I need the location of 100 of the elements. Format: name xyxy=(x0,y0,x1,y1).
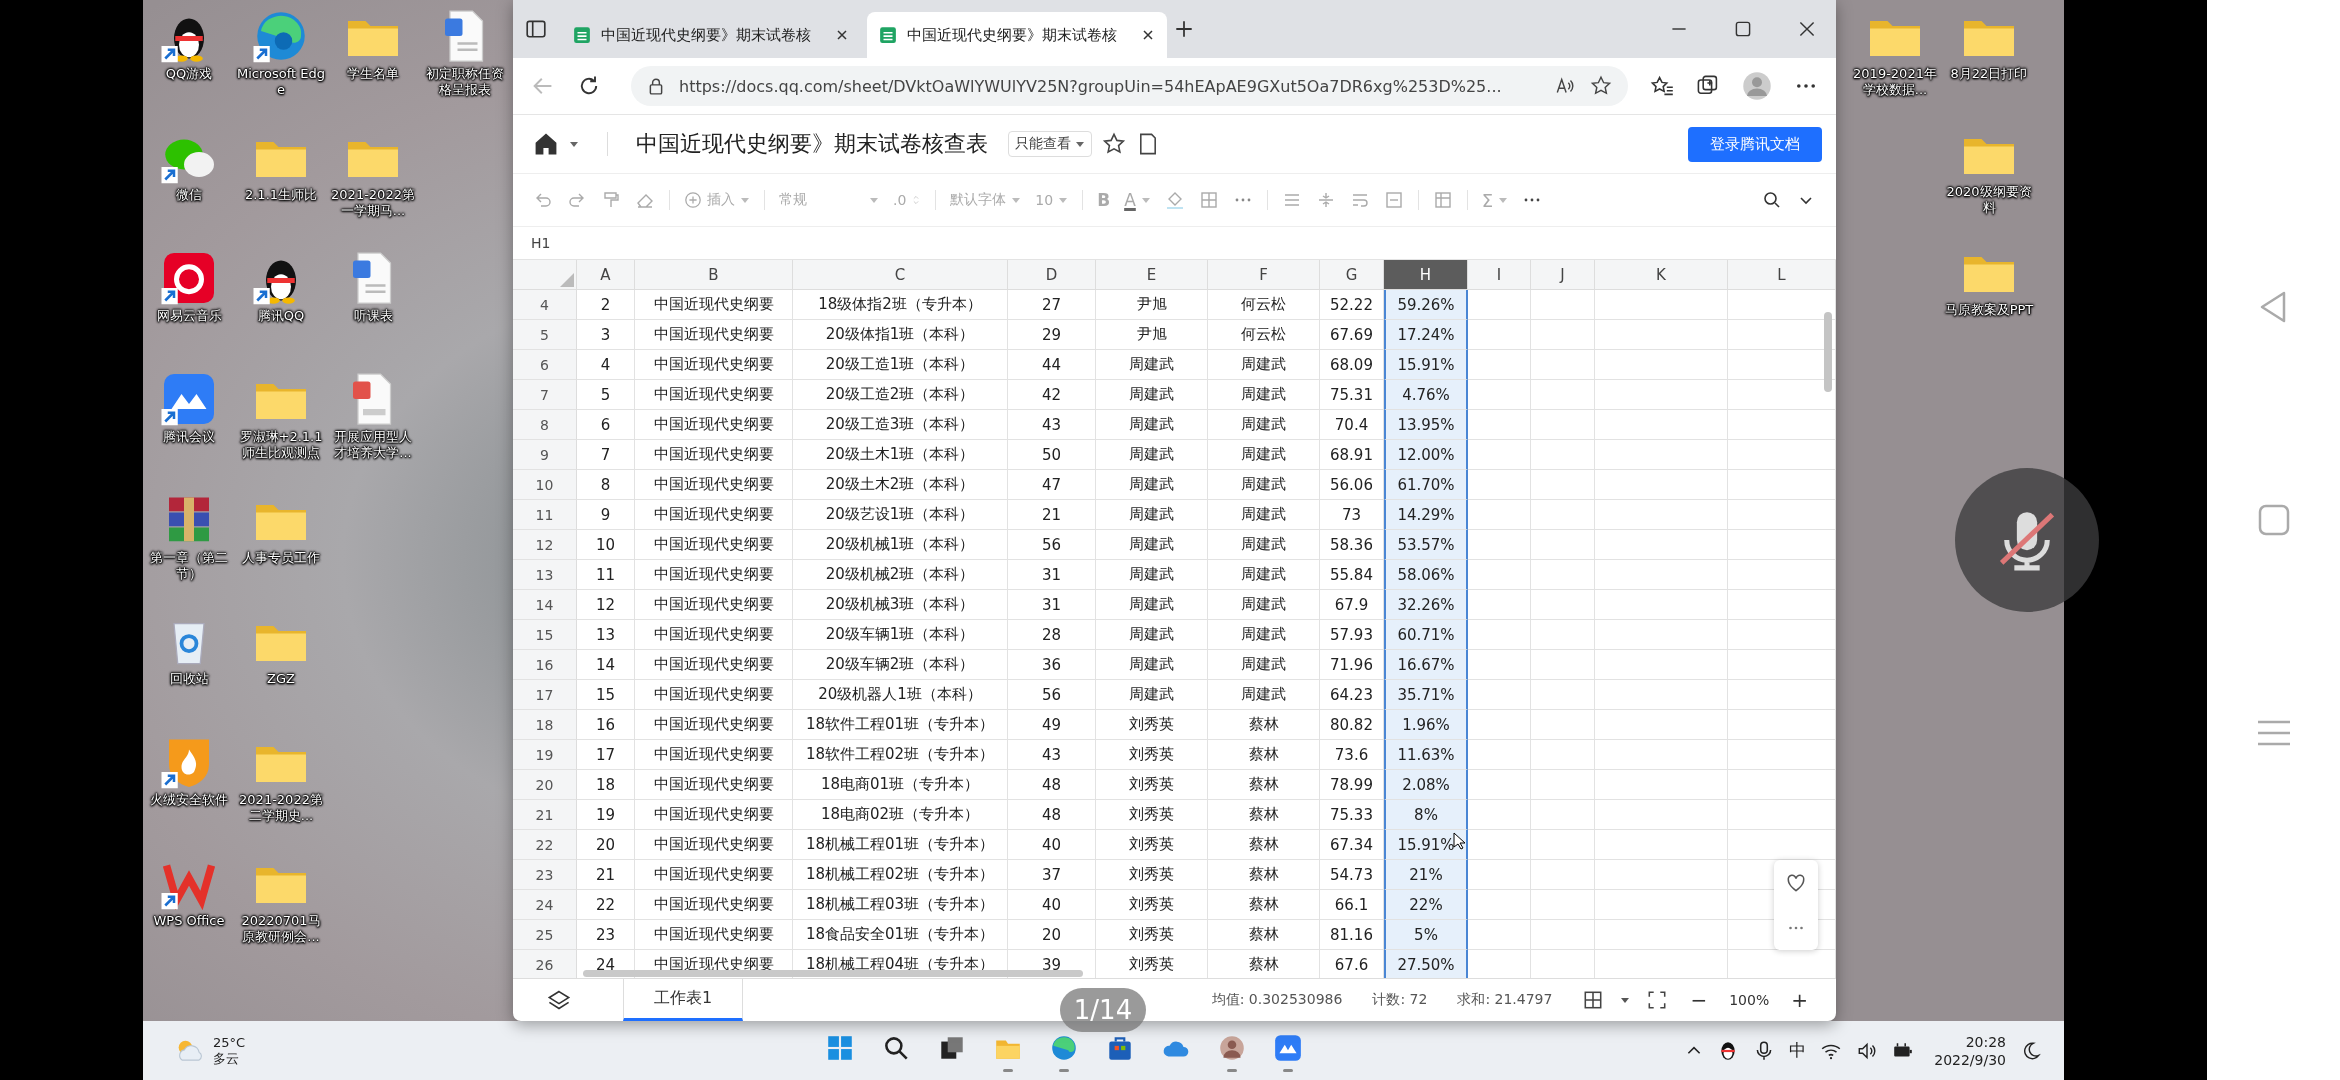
table-cell: 27 xyxy=(1008,290,1096,320)
clock-time[interactable]: 20:28 xyxy=(1965,1032,2006,1051)
column-header[interactable]: I xyxy=(1468,260,1531,290)
column-header[interactable]: G xyxy=(1320,260,1384,290)
row-number[interactable]: 17 xyxy=(513,680,577,710)
browser-tab[interactable]: 中国近现代史纲要》期末试卷核 xyxy=(867,12,1167,58)
row-number[interactable]: 7 xyxy=(513,380,577,410)
row-number[interactable]: 13 xyxy=(513,560,577,590)
column-header[interactable]: F xyxy=(1208,260,1320,290)
table-cell: 21% xyxy=(1384,860,1468,890)
view-mode-dropdown[interactable]: 只能查看 xyxy=(1008,131,1092,157)
row-number[interactable]: 21 xyxy=(513,800,577,830)
row-number[interactable]: 16 xyxy=(513,650,577,680)
column-header[interactable]: D xyxy=(1008,260,1096,290)
column-header[interactable]: L xyxy=(1728,260,1836,290)
empty-cell xyxy=(1531,590,1595,620)
close-tab-icon[interactable] xyxy=(1141,28,1155,42)
table-cell: 中国近现代史纲要 xyxy=(635,710,793,740)
column-header[interactable]: C xyxy=(793,260,1008,290)
login-button[interactable]: 登录腾讯文档 xyxy=(1688,126,1822,162)
zoom-out-button[interactable]: − xyxy=(1684,988,1714,1012)
weather-condition[interactable]: 多云 xyxy=(213,1050,246,1067)
row-number[interactable]: 25 xyxy=(513,920,577,950)
horizontal-scrollbar[interactable] xyxy=(583,970,1083,977)
temperature-text[interactable]: 25°C xyxy=(213,1034,246,1051)
clock-date[interactable]: 2022/9/30 xyxy=(1934,1050,2006,1069)
vertical-scrollbar[interactable] xyxy=(1824,312,1832,392)
row-number[interactable]: 18 xyxy=(513,710,577,740)
table-cell: 中国近现代史纲要 xyxy=(635,320,793,350)
row-number[interactable]: 10 xyxy=(513,470,577,500)
cell-reference[interactable]: H1 xyxy=(531,235,575,251)
row-number[interactable]: 4 xyxy=(513,290,577,320)
sheet-tab[interactable]: 工作表1 xyxy=(623,979,744,1021)
desktop-icon-label[interactable]: 罗淑琳+2.1.1师生比观测点 xyxy=(236,429,326,461)
column-header[interactable]: B xyxy=(635,260,793,290)
row-number[interactable]: 9 xyxy=(513,440,577,470)
table-cell: 刘秀英 xyxy=(1096,770,1208,800)
row-number[interactable]: 8 xyxy=(513,410,577,440)
input-method-indicator[interactable]: 中 xyxy=(1789,1039,1807,1062)
table-cell: 14 xyxy=(577,650,635,680)
table-cell: 蔡林 xyxy=(1208,710,1320,740)
row-number[interactable]: 22 xyxy=(513,830,577,860)
star-icon[interactable] xyxy=(1102,132,1126,156)
table-cell: 18电商02班（专升本） xyxy=(793,800,1008,830)
new-tab-icon[interactable] xyxy=(1173,18,1195,40)
desktop-icon-label[interactable]: 开展应用型人才培养大学... xyxy=(328,429,418,461)
meeting-icon xyxy=(1273,1033,1304,1063)
table-cell: 18级体指2班（专升本） xyxy=(793,290,1008,320)
table-cell: 中国近现代史纲要 xyxy=(635,740,793,770)
column-header[interactable]: H xyxy=(1384,260,1468,290)
favorites-icon[interactable] xyxy=(1650,74,1674,98)
table-cell: 12 xyxy=(577,590,635,620)
close-tab-icon[interactable] xyxy=(835,28,849,42)
layers-icon[interactable] xyxy=(547,988,571,1012)
table-cell: 蔡林 xyxy=(1208,770,1320,800)
row-number[interactable]: 20 xyxy=(513,770,577,800)
row-number[interactable]: 5 xyxy=(513,320,577,350)
table-cell: 56 xyxy=(1008,680,1096,710)
caret-icon[interactable] xyxy=(1620,995,1631,1005)
merge-cells-icon[interactable] xyxy=(1383,190,1404,210)
table-cell: 刘秀英 xyxy=(1096,830,1208,860)
lock-icon xyxy=(647,77,665,95)
table-cell: 刘秀英 xyxy=(1096,860,1208,890)
column-header[interactable]: A xyxy=(577,260,635,290)
column-header[interactable]: J xyxy=(1531,260,1595,290)
tab-actions-icon[interactable] xyxy=(525,18,547,40)
row-number[interactable]: 26 xyxy=(513,950,577,978)
table-cell: 周建武 xyxy=(1096,680,1208,710)
add-favorite-icon[interactable] xyxy=(1590,75,1612,97)
row-number[interactable]: 12 xyxy=(513,530,577,560)
row-number[interactable]: 11 xyxy=(513,500,577,530)
table-cell: 周建武 xyxy=(1096,590,1208,620)
row-number[interactable]: 14 xyxy=(513,590,577,620)
table-cell: 47 xyxy=(1008,470,1096,500)
paint-roller-icon[interactable] xyxy=(601,190,621,210)
caret-icon[interactable] xyxy=(569,139,579,149)
row-number[interactable]: 15 xyxy=(513,620,577,650)
table-cell: 20级工造2班（本科） xyxy=(793,380,1008,410)
zoom-in-button[interactable]: + xyxy=(1785,988,1814,1012)
address-bar[interactable]: https://docs.qq.com/sheet/DVktOaWlYWUlYV25N?groupUin=54hEApAE9GXut5Oa7DR6xg%253D%25... xyxy=(631,66,1628,106)
search-icon[interactable] xyxy=(1762,190,1782,210)
count-readout: 计数: 72 xyxy=(1372,991,1428,1009)
table-cell: 蔡林 xyxy=(1208,830,1320,860)
row-number[interactable]: 19 xyxy=(513,740,577,770)
row-number[interactable]: 24 xyxy=(513,890,577,920)
home-icon[interactable] xyxy=(533,131,559,157)
browser-tab[interactable]: 中国近现代史纲要》期末试卷核 xyxy=(561,12,861,58)
profile-avatar[interactable] xyxy=(1742,71,1772,101)
row-number[interactable]: 6 xyxy=(513,350,577,380)
column-header[interactable]: E xyxy=(1096,260,1208,290)
column-header[interactable]: K xyxy=(1595,260,1728,290)
borders-icon[interactable] xyxy=(1198,190,1219,210)
caret-icon xyxy=(1075,139,1085,149)
table-cell: 刘秀英 xyxy=(1096,890,1208,920)
freeze-icon[interactable] xyxy=(1432,190,1453,210)
table-cell: 蔡林 xyxy=(1208,800,1320,830)
row-number[interactable]: 23 xyxy=(513,860,577,890)
table-cell: 60.71% xyxy=(1384,620,1468,650)
fill-color-icon[interactable] xyxy=(1164,190,1185,210)
table-cell: 中国近现代史纲要 xyxy=(635,530,793,560)
